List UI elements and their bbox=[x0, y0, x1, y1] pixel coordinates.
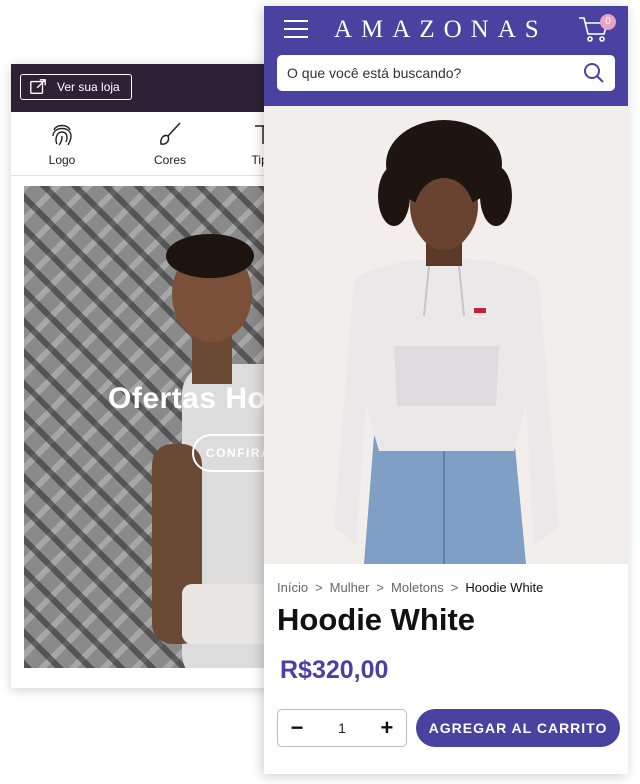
search-input[interactable] bbox=[287, 65, 577, 81]
breadcrumb-item-home[interactable]: Início bbox=[277, 580, 308, 595]
store-header: AMAZONAS 0 bbox=[264, 6, 628, 106]
tab-colors-label: Cores bbox=[153, 153, 186, 167]
breadcrumb-separator: > bbox=[315, 580, 323, 595]
quantity-stepper: − 1 + bbox=[277, 709, 407, 747]
external-link-icon bbox=[30, 79, 46, 94]
cart-button[interactable]: 0 bbox=[578, 14, 616, 46]
breadcrumb-item-women[interactable]: Mulher bbox=[330, 580, 370, 595]
quantity-value[interactable]: 1 bbox=[338, 720, 346, 736]
store-editor-panel: Ver sua loja Logo Cores Tipo Ofertas Ho … bbox=[11, 64, 281, 688]
product-price: R$320,00 bbox=[280, 656, 389, 684]
search-icon[interactable] bbox=[583, 62, 605, 84]
tab-logo[interactable]: Logo bbox=[17, 120, 107, 167]
hero-cta-button[interactable]: CONFIRA bbox=[192, 434, 264, 472]
tab-colors[interactable]: Cores bbox=[125, 120, 215, 167]
breadcrumb-item-current: Hoodie White bbox=[465, 580, 544, 595]
tab-logo-label: Logo bbox=[48, 153, 76, 167]
cart-count-badge: 0 bbox=[600, 14, 616, 30]
editor-topbar: Ver sua loja bbox=[11, 64, 281, 112]
breadcrumb-separator: > bbox=[450, 580, 459, 595]
breadcrumb-separator: > bbox=[376, 580, 385, 595]
fingerprint-icon bbox=[52, 124, 72, 146]
product-image[interactable] bbox=[264, 106, 628, 564]
view-store-label: Ver sua loja bbox=[57, 80, 120, 94]
view-store-button[interactable]: Ver sua loja bbox=[20, 74, 132, 100]
hamburger-menu-icon[interactable] bbox=[284, 20, 308, 40]
hero-banner: Ofertas Ho CONFIRA bbox=[24, 186, 264, 668]
increase-quantity-button[interactable]: + bbox=[378, 715, 396, 741]
paintbrush-icon bbox=[160, 122, 181, 145]
decrease-quantity-button[interactable]: − bbox=[288, 715, 306, 741]
search-bar bbox=[277, 55, 615, 91]
product-page: AMAZONAS 0 O que você está buscando? Iní… bbox=[264, 6, 628, 774]
breadcrumb-item-sweatshirts[interactable]: Moletons bbox=[391, 580, 444, 595]
store-logo[interactable]: AMAZONAS bbox=[334, 16, 548, 44]
editor-tool-tabs: Logo Cores Tipo bbox=[11, 112, 281, 176]
add-to-cart-button[interactable]: AGREGAR AL CARRITO bbox=[416, 709, 620, 747]
product-title: Hoodie White bbox=[277, 602, 476, 637]
hero-title: Ofertas Ho bbox=[108, 382, 264, 415]
breadcrumb: Início > Mulher > Moletons > Hoodie White bbox=[277, 580, 543, 595]
